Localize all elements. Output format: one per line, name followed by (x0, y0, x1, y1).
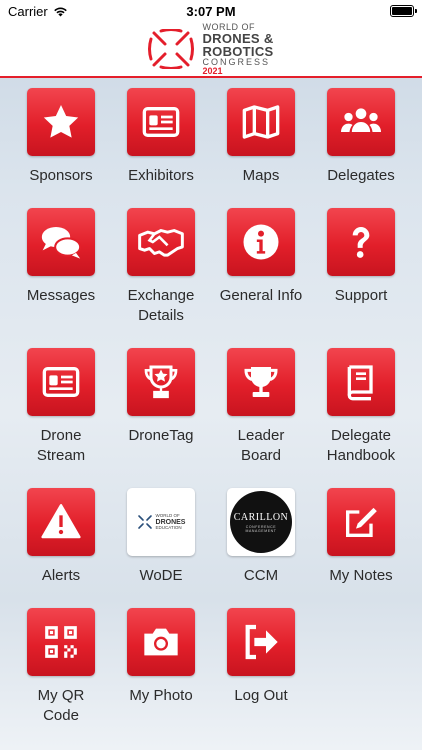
congress-logo: WORLD OF DRONES & ROBOTICS CONGRESS 2021 (148, 22, 274, 76)
tile-exhibitors[interactable]: Exhibitors (111, 88, 211, 186)
tile-label: Delegate Handbook (326, 427, 396, 464)
users-icon (327, 88, 395, 156)
logo-line-2: DRONES & (202, 30, 274, 46)
tile-exchange-details[interactable]: Exchange Details (111, 208, 211, 326)
tile-ccm[interactable]: CARILLON CONFERENCE MANAGEMENT CCM (211, 488, 311, 586)
tile-label: Exchange Details (127, 287, 195, 324)
wode-logo-line-3: EDUCATION (155, 524, 182, 530)
qr-code-icon (27, 608, 95, 676)
tile-label: My Photo (129, 687, 193, 704)
id-card-icon (27, 348, 95, 416)
info-icon (227, 208, 295, 276)
edit-icon (327, 488, 395, 556)
logout-icon (227, 608, 295, 676)
battery-icon (390, 5, 417, 17)
tile-label: Sponsors (29, 167, 93, 184)
tile-delegates[interactable]: Delegates (311, 88, 411, 186)
trophy-icon (227, 348, 295, 416)
tile-label: Support (334, 287, 388, 304)
tile-sponsors[interactable]: Sponsors (11, 88, 111, 186)
wode-logo: WORLD OF DRONES EDUCATION (127, 488, 195, 556)
handshake-icon (127, 208, 195, 276)
tile-label: WoDE (139, 567, 183, 584)
wifi-icon (53, 6, 68, 17)
tile-label: CCM (243, 567, 279, 584)
logo-line-3: ROBOTICS (202, 43, 274, 59)
tile-my-qr-code[interactable]: My QR Code (11, 608, 111, 726)
tile-leader-board[interactable]: Leader Board (211, 348, 311, 466)
carillon-logo-line-3: MANAGEMENT (245, 528, 277, 533)
tile-label: Alerts (41, 567, 81, 584)
tile-label: Drone Stream (36, 427, 86, 464)
tile-my-photo[interactable]: My Photo (111, 608, 211, 706)
carillon-logo-line-1: CARILLON (233, 511, 289, 523)
question-icon (327, 208, 395, 276)
tile-wode[interactable]: WORLD OF DRONES EDUCATION WoDE (111, 488, 211, 586)
chat-bubbles-icon (27, 208, 95, 276)
camera-icon (127, 608, 195, 676)
tile-label: Delegates (327, 167, 395, 184)
carillon-logo: CARILLON CONFERENCE MANAGEMENT (227, 488, 295, 556)
carrier-label: Carrier (8, 3, 48, 19)
logo-line-5: 2021 (202, 65, 223, 76)
tile-label: DroneTag (128, 427, 194, 444)
app-header: WORLD OF DRONES & ROBOTICS CONGRESS 2021 (0, 22, 422, 78)
tile-drone-stream[interactable]: Drone Stream (11, 348, 111, 466)
tile-label: My Notes (329, 567, 393, 584)
warning-icon (27, 488, 95, 556)
status-bar: Carrier 3:07 PM (0, 0, 422, 22)
tile-delegate-handbook[interactable]: Delegate Handbook (311, 348, 411, 466)
tile-my-notes[interactable]: My Notes (311, 488, 411, 586)
tile-maps[interactable]: Maps (211, 88, 311, 186)
tile-label: Leader Board (237, 427, 285, 464)
tile-alerts[interactable]: Alerts (11, 488, 111, 586)
tile-messages[interactable]: Messages (11, 208, 111, 306)
tile-general-info[interactable]: General Info (211, 208, 311, 306)
star-icon (27, 88, 95, 156)
tile-support[interactable]: Support (311, 208, 411, 306)
tile-dronetag[interactable]: DroneTag (111, 348, 211, 446)
tile-label: My QR Code (37, 687, 85, 724)
book-icon (327, 348, 395, 416)
tile-label: General Info (219, 287, 303, 304)
id-card-icon (127, 88, 195, 156)
drone-x-logo-icon (148, 29, 195, 69)
tile-label: Maps (242, 167, 280, 184)
map-icon (227, 88, 295, 156)
tile-log-out[interactable]: Log Out (211, 608, 311, 706)
tile-label: Messages (26, 287, 96, 304)
tile-label: Exhibitors (128, 167, 194, 184)
trophy-star-icon (127, 348, 195, 416)
tile-label: Log Out (234, 687, 288, 704)
